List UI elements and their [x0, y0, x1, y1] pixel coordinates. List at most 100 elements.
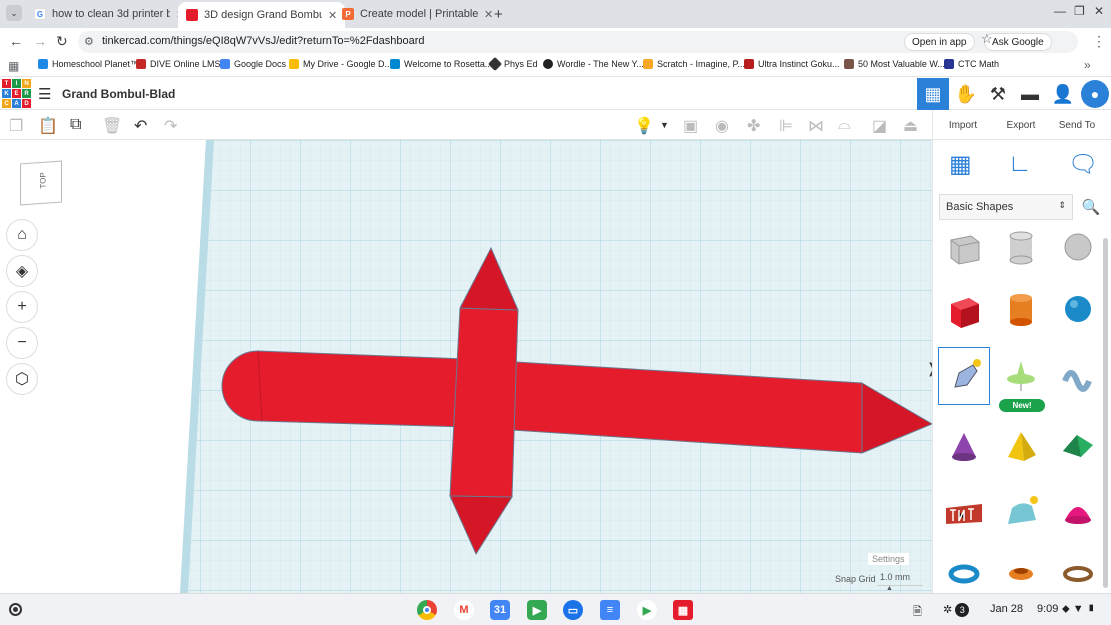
apps-grid-icon[interactable]: ▦: [8, 59, 19, 73]
bookmarks-overflow-icon[interactable]: »: [1084, 58, 1091, 72]
workplane-svg[interactable]: [0, 140, 932, 593]
ring-shape[interactable]: [1052, 550, 1104, 592]
align-icon[interactable]: ⊫: [779, 116, 793, 136]
add-collaborator-button[interactable]: 👤: [1047, 78, 1079, 110]
avatar[interactable]: ●: [1081, 80, 1109, 108]
workplane-grid-icon[interactable]: ▦: [949, 150, 972, 179]
shape-search-button[interactable]: 🔍: [1077, 194, 1105, 220]
notes-icon[interactable]: 🗨: [1068, 150, 1098, 179]
clock-text[interactable]: 9:09: [1037, 603, 1058, 615]
send-to-button[interactable]: Send To: [1051, 114, 1103, 136]
bookmark-item[interactable]: Ultra Instinct Goku...: [744, 59, 840, 69]
meet-app-icon[interactable]: ▶: [527, 600, 547, 620]
bookmark-star-icon[interactable]: ☆: [981, 31, 993, 47]
files-app-icon[interactable]: ▭: [563, 600, 583, 620]
ungroup-icon[interactable]: ✤: [747, 116, 760, 136]
sword-crossguard[interactable]: [449, 307, 519, 498]
tinkercad-logo[interactable]: T I N K E R C A D: [2, 79, 31, 109]
minimize-icon[interactable]: —: [1054, 4, 1066, 18]
bookmark-item[interactable]: CTC Math: [944, 59, 999, 69]
3d-view-button[interactable]: ▦: [917, 78, 949, 110]
sphere-shape[interactable]: [1052, 280, 1104, 338]
blocks-button[interactable]: ⚒: [982, 78, 1014, 110]
bookmark-item[interactable]: Wordle - The New Y...: [543, 59, 644, 69]
zoom-out-button[interactable]: −: [6, 327, 38, 359]
forward-icon[interactable]: →: [33, 33, 47, 49]
view-cube[interactable]: TOP: [20, 160, 62, 206]
bookmark-item[interactable]: Homeschool Planet™: [38, 59, 139, 69]
export-button[interactable]: Export: [997, 114, 1045, 136]
wave-shape[interactable]: [1052, 347, 1104, 405]
clipboard-icon[interactable]: 🗎: [913, 603, 922, 622]
bookmark-item[interactable]: Google Docs: [220, 59, 286, 69]
new-tab-button[interactable]: +: [494, 6, 503, 23]
design-list-icon[interactable]: ☰: [38, 85, 51, 103]
url-text[interactable]: tinkercad.com/things/eQI8qW7vVsJ/edit?re…: [102, 35, 425, 47]
text-shape[interactable]: [938, 484, 990, 542]
bookmark-item[interactable]: My Drive - Google D...: [289, 59, 392, 69]
calendar-app-icon[interactable]: 31: [490, 600, 510, 620]
mirror-icon[interactable]: ⋈: [808, 116, 824, 136]
date-text[interactable]: Jan 28: [990, 603, 1023, 615]
note-icon[interactable]: ▣: [683, 116, 698, 136]
cylinder-hole-shape[interactable]: [995, 218, 1047, 276]
delete-icon[interactable]: 🗑: [102, 116, 122, 136]
status-icons[interactable]: ⬥ ▼ ▮: [1062, 603, 1096, 616]
shape-category-select[interactable]: Basic Shapes ⇕: [939, 194, 1073, 220]
ask-google-button[interactable]: Ask Google: [984, 33, 1052, 51]
tab-tinkercad[interactable]: 3D design Grand Bombul-Blad ✕: [178, 2, 346, 28]
box-shape[interactable]: [938, 280, 990, 338]
bookmark-item[interactable]: Phys Ed: [487, 56, 538, 72]
bookmark-item[interactable]: Scratch - Imagine, P...: [643, 59, 745, 69]
undo-icon[interactable]: ↶: [134, 116, 147, 136]
pyramid-shape[interactable]: [995, 417, 1047, 475]
redo-icon[interactable]: ↷: [164, 116, 177, 136]
scribble-shape[interactable]: [938, 347, 990, 405]
play-store-app-icon[interactable]: ▶: [637, 600, 657, 620]
roof-shape[interactable]: [1052, 417, 1104, 475]
fit-view-button[interactable]: ◈: [6, 255, 38, 287]
paste-icon[interactable]: 📋: [38, 116, 58, 136]
simulate-button[interactable]: ✋: [950, 78, 982, 110]
cruise-icon[interactable]: ⌓: [838, 116, 851, 134]
sphere-hole-shape[interactable]: [1052, 218, 1104, 276]
docs-app-icon[interactable]: ≡: [600, 600, 620, 620]
bookmark-item[interactable]: Welcome to Rosetta...: [390, 59, 492, 69]
home-view-button[interactable]: ⌂: [6, 219, 38, 251]
perspective-button[interactable]: ⬡: [6, 363, 38, 395]
workplane-canvas[interactable]: TOP ⌂ ◈ + − ⬡ Settings Snap Grid 1.0 mm …: [0, 140, 932, 593]
duplicate-icon[interactable]: ⧉: [70, 116, 81, 134]
site-info-icon[interactable]: ⚙: [84, 35, 94, 48]
half-sphere-shape[interactable]: [995, 484, 1047, 542]
design-title[interactable]: Grand Bombul-Blad: [62, 87, 175, 101]
chevron-down-icon[interactable]: ▼: [660, 120, 669, 130]
copy-icon[interactable]: ❐: [9, 116, 23, 136]
group-icon[interactable]: ◉: [715, 116, 729, 136]
restore-icon[interactable]: ❐: [1074, 4, 1085, 18]
bookmark-item[interactable]: DIVE Online LMS: [136, 59, 221, 69]
cone-shape[interactable]: [938, 417, 990, 475]
launcher-icon[interactable]: [9, 603, 22, 616]
back-icon[interactable]: ←: [9, 33, 23, 49]
tab-printables[interactable]: P Create model | Printables.com ✕: [334, 2, 501, 26]
window-close-icon[interactable]: ✕: [1094, 4, 1104, 18]
chrome-app-icon[interactable]: [417, 600, 437, 620]
chrome-menu-icon[interactable]: ⋮: [1092, 33, 1106, 50]
address-bar[interactable]: ⚙ tinkercad.com/things/eQI8qW7vVsJ/edit?…: [78, 31, 1078, 53]
ruler-tool-icon[interactable]: ∟: [1008, 150, 1032, 178]
notification-area[interactable]: ✲ 3: [943, 603, 970, 617]
cylinder-shape[interactable]: [995, 280, 1047, 338]
ruler-icon[interactable]: ◪: [872, 116, 887, 136]
tab-google-search[interactable]: G how to clean 3d printer bed - G ✕: [26, 2, 193, 26]
import-button[interactable]: Import: [939, 114, 987, 136]
new-shape[interactable]: [995, 347, 1047, 405]
lightbulb-icon[interactable]: 💡: [634, 116, 654, 136]
open-in-app-button[interactable]: Open in app: [904, 33, 975, 51]
lessons-button[interactable]: ▬: [1014, 78, 1046, 110]
box-hole-shape[interactable]: [938, 218, 990, 276]
tinkercad-app-icon[interactable]: ▦: [673, 600, 693, 620]
paraboloid-shape[interactable]: [1052, 484, 1104, 542]
torus-shape[interactable]: [938, 550, 990, 592]
tab-search-button[interactable]: ⌄: [6, 5, 22, 21]
settings-link[interactable]: Settings: [868, 553, 909, 565]
